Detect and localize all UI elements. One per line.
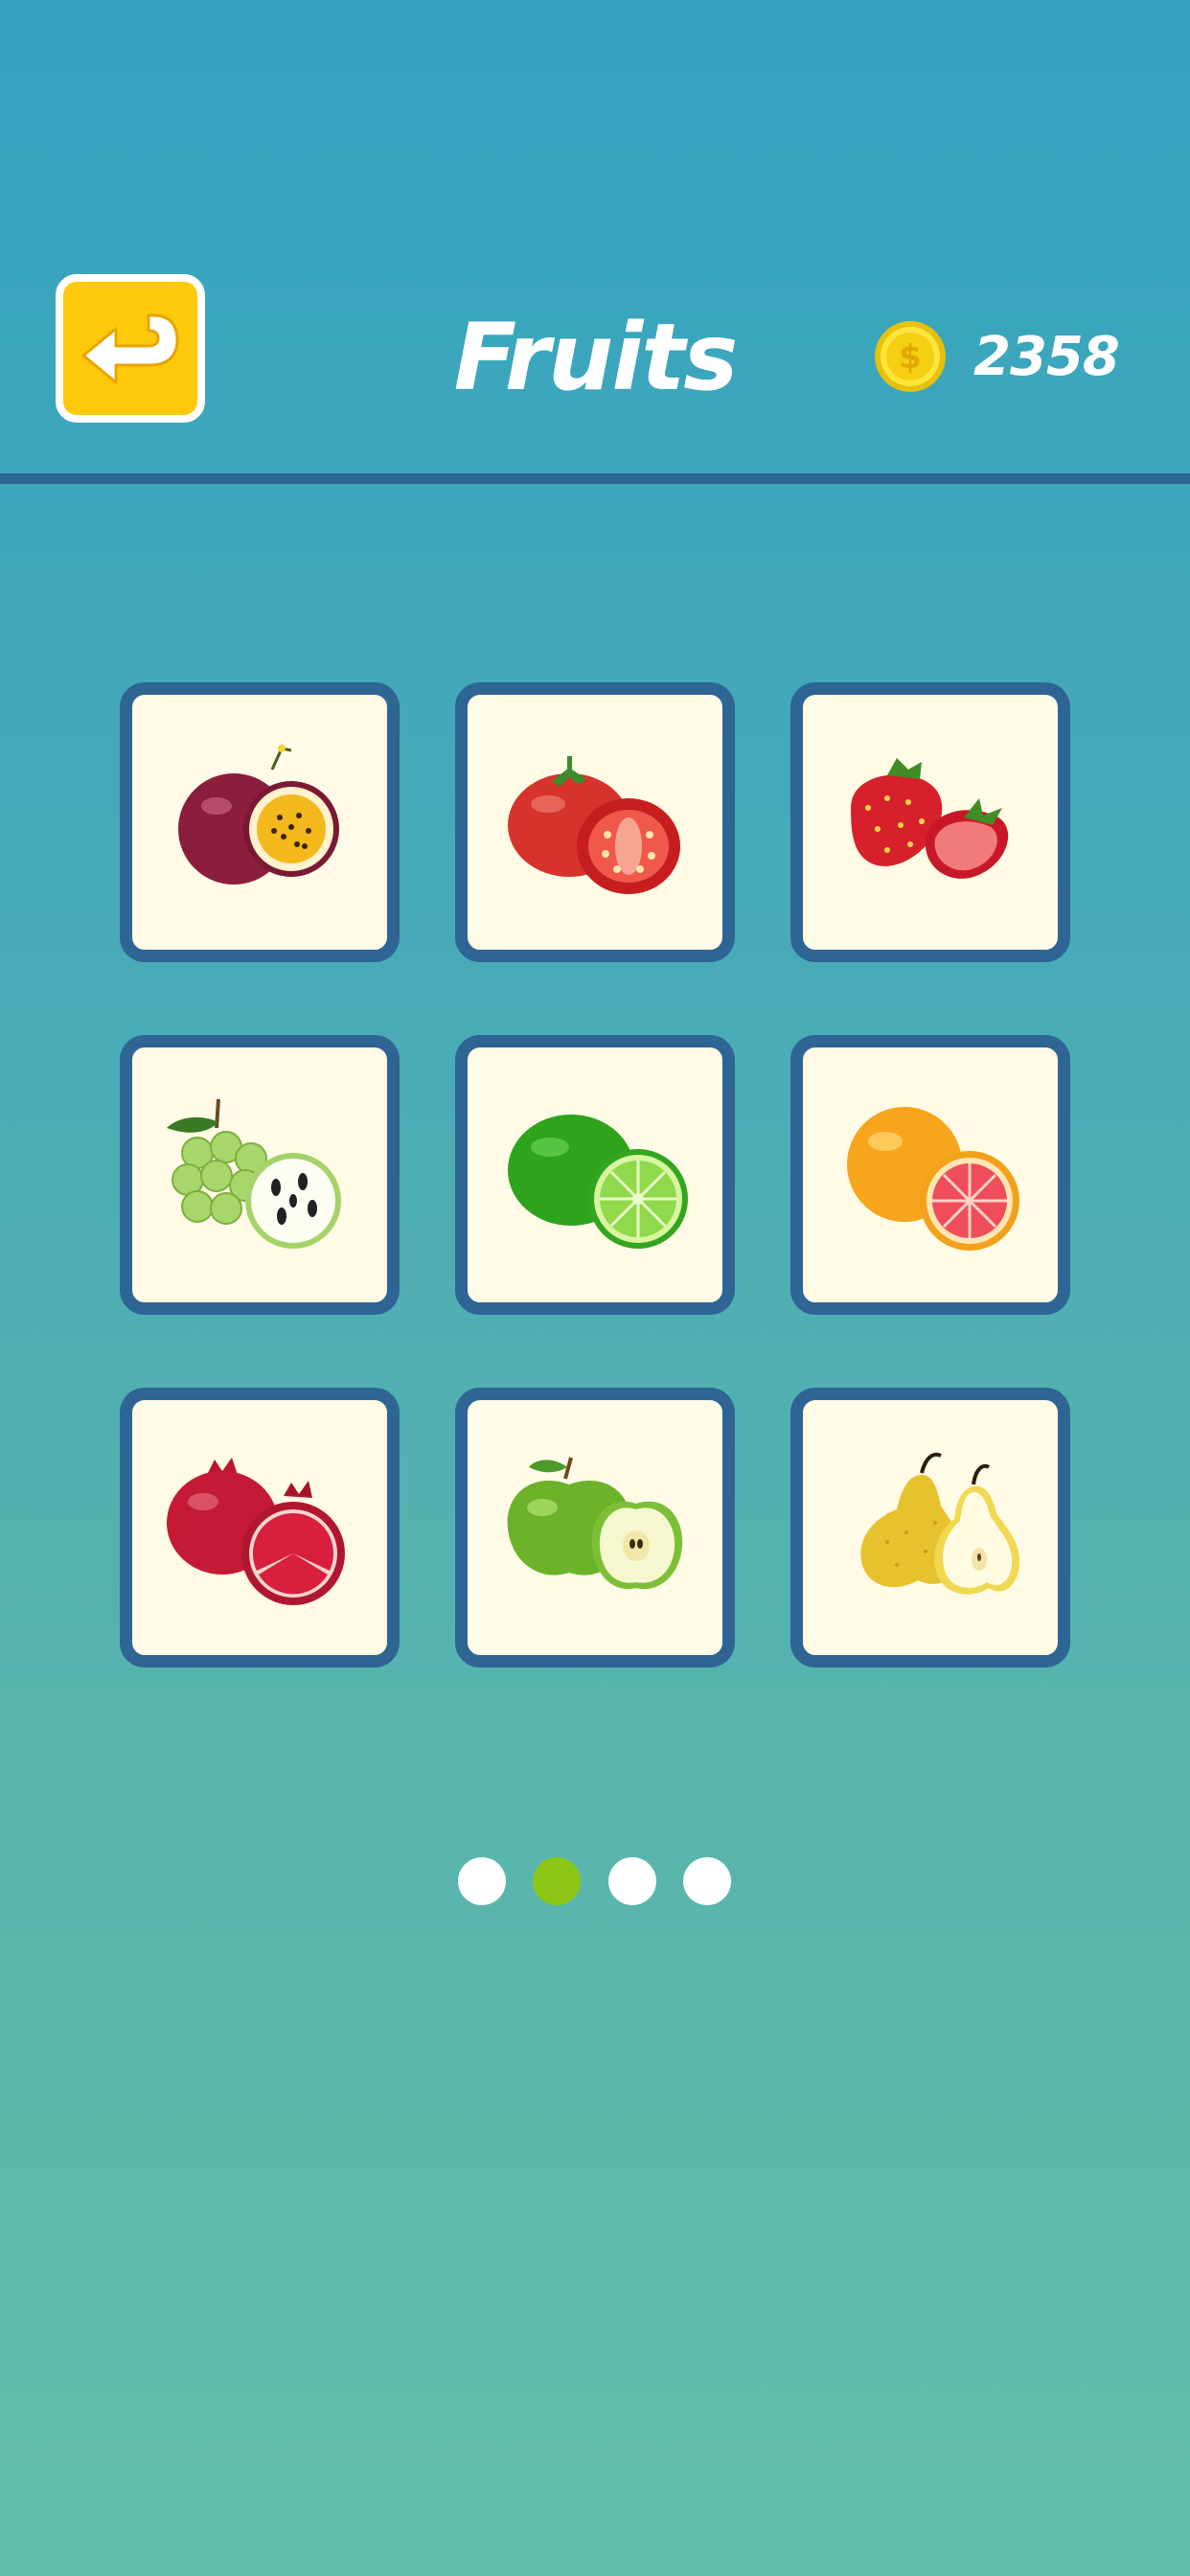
coin-balance: $ 2358 [874, 318, 1120, 395]
card-passion-fruit[interactable] [120, 682, 400, 962]
pear-icon [860, 1452, 1020, 1595]
tomato-icon [508, 756, 680, 894]
svg-text:$: $ [899, 338, 922, 377]
card-pear[interactable] [790, 1388, 1070, 1668]
page-title: Fruits [453, 304, 739, 411]
card-lime[interactable] [455, 1035, 735, 1315]
card-tomato[interactable] [455, 682, 735, 962]
page-dot-4[interactable] [683, 1857, 731, 1905]
lime-icon [508, 1115, 688, 1249]
fruit-grid [120, 682, 1070, 1668]
header-divider [0, 473, 1190, 484]
card-strawberry[interactable] [790, 682, 1070, 962]
page-dot-2-active[interactable] [533, 1857, 581, 1905]
coin-count: 2358 [973, 325, 1120, 388]
card-grapefruit[interactable] [790, 1035, 1070, 1315]
header-bar: Fruits $ 2358 [0, 0, 1190, 477]
page-dot-1[interactable] [458, 1857, 506, 1905]
page-indicator [458, 1857, 732, 1907]
return-arrow-icon [81, 313, 179, 383]
custard-apple-icon [167, 1098, 341, 1249]
page-dot-3[interactable] [608, 1857, 656, 1905]
card-green-apple[interactable] [455, 1388, 735, 1668]
strawberry-icon [851, 758, 1009, 879]
passion-fruit-icon [178, 745, 339, 885]
card-pomegranate[interactable] [120, 1388, 400, 1668]
dollar-coin-icon: $ [875, 321, 946, 392]
back-button[interactable] [56, 274, 205, 423]
grapefruit-icon [847, 1107, 1019, 1251]
card-custard-apple[interactable] [120, 1035, 400, 1315]
green-apple-icon [507, 1457, 683, 1590]
pomegranate-icon [167, 1458, 345, 1605]
